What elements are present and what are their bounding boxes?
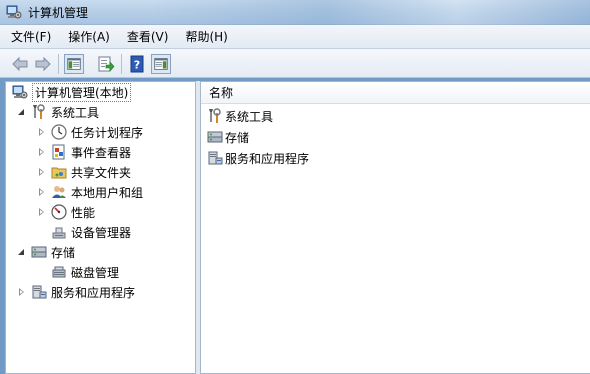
tree-item-storage[interactable]: 存储: [16, 242, 75, 262]
forward-arrow-icon[interactable]: [33, 54, 53, 74]
column-header-name[interactable]: 名称: [201, 82, 590, 104]
tree-item-local-users-and-groups[interactable]: 本地用户和组: [36, 182, 143, 202]
export-list-icon[interactable]: [95, 54, 115, 74]
list-item-label: 存储: [225, 130, 250, 145]
tree-item-event-viewer[interactable]: 事件查看器: [36, 142, 131, 162]
tree-item-system-tools[interactable]: 系统工具: [16, 102, 99, 122]
tree-item-computer-management-local[interactable]: 计算机管理(本地): [10, 82, 132, 102]
collapsed-arrow-icon[interactable]: [36, 146, 48, 158]
performance-gauge-icon: [51, 204, 67, 220]
tree-item-performance[interactable]: 性能: [36, 202, 95, 222]
clock-icon: [51, 124, 67, 140]
title-bar: 计算机管理: [0, 0, 590, 25]
tree-item-label: 系统工具: [51, 105, 100, 120]
svg-text:?: ?: [134, 59, 140, 72]
tree-item-label: 存储: [51, 245, 76, 260]
collapsed-arrow-icon[interactable]: [36, 126, 48, 138]
results-pane[interactable]: 名称 系统工具 存储 服务和应用程序: [200, 81, 590, 374]
expanded-arrow-icon[interactable]: [16, 106, 28, 118]
list-item-services-and-applications[interactable]: 服务和应用程序: [207, 148, 309, 168]
tree-item-task-scheduler[interactable]: 任务计划程序: [36, 122, 143, 142]
menu-bar: 文件(F) 操作(A) 查看(V) 帮助(H): [0, 25, 590, 49]
system-tools-icon: [33, 104, 45, 119]
system-tools-icon: [209, 108, 221, 123]
list-item-system-tools[interactable]: 系统工具: [207, 106, 273, 126]
show-hide-action-pane-icon[interactable]: [151, 54, 171, 74]
expanded-arrow-icon[interactable]: [16, 246, 28, 258]
tree-item-label: 性能: [71, 205, 96, 220]
computer-management-icon: [12, 85, 28, 99]
toolbar-separator: [121, 54, 122, 74]
list-item-label: 系统工具: [225, 109, 274, 124]
disk-management-icon: [52, 266, 66, 278]
storage-icon: [207, 131, 223, 143]
toolbar: ?: [0, 49, 590, 78]
collapsed-arrow-icon[interactable]: [16, 286, 28, 298]
tree-item-label: 本地用户和组: [71, 185, 144, 200]
window-title: 计算机管理: [28, 6, 89, 20]
tree-item-label: 共享文件夹: [71, 165, 132, 180]
list-item-storage[interactable]: 存储: [207, 127, 249, 147]
menu-action[interactable]: 操作(A): [68, 28, 110, 45]
device-manager-icon: [52, 227, 66, 239]
menu-file[interactable]: 文件(F): [11, 28, 51, 45]
menu-view[interactable]: 查看(V): [127, 28, 169, 45]
show-hide-console-tree-icon[interactable]: [64, 54, 84, 74]
tree-item-label: 服务和应用程序: [51, 285, 136, 300]
tree-item-disk-management[interactable]: 磁盘管理: [48, 262, 119, 282]
services-icon: [208, 151, 223, 165]
tree-item-label: 计算机管理(本地): [32, 82, 132, 102]
users-icon: [52, 186, 66, 198]
tree-item-label: 设备管理器: [71, 225, 132, 240]
shared-folder-icon: [51, 167, 67, 179]
console-tree-pane[interactable]: 计算机管理(本地) 系统工具 任务计划程序 事件查看器 共享文件夹 本地用户和组…: [5, 81, 196, 374]
collapsed-arrow-icon[interactable]: [36, 166, 48, 178]
event-viewer-icon: [52, 144, 65, 160]
tree-item-services-and-applications[interactable]: 服务和应用程序: [16, 282, 135, 302]
back-arrow-icon[interactable]: [10, 54, 30, 74]
storage-icon: [31, 246, 47, 258]
tree-item-shared-folders[interactable]: 共享文件夹: [36, 162, 131, 182]
menu-help[interactable]: 帮助(H): [185, 28, 227, 45]
services-icon: [32, 285, 47, 299]
tree-item-label: 事件查看器: [71, 145, 132, 160]
column-header-label: 名称: [209, 86, 234, 100]
title-bar-background: [150, 0, 590, 25]
computer-management-icon: [6, 5, 22, 19]
toolbar-separator: [58, 54, 59, 74]
collapsed-arrow-icon[interactable]: [36, 206, 48, 218]
tree-item-label: 磁盘管理: [71, 265, 120, 280]
help-icon[interactable]: ?: [127, 54, 147, 74]
tree-item-device-manager[interactable]: 设备管理器: [48, 222, 131, 242]
tree-item-label: 任务计划程序: [71, 125, 144, 140]
collapsed-arrow-icon[interactable]: [36, 186, 48, 198]
list-item-label: 服务和应用程序: [225, 151, 310, 166]
